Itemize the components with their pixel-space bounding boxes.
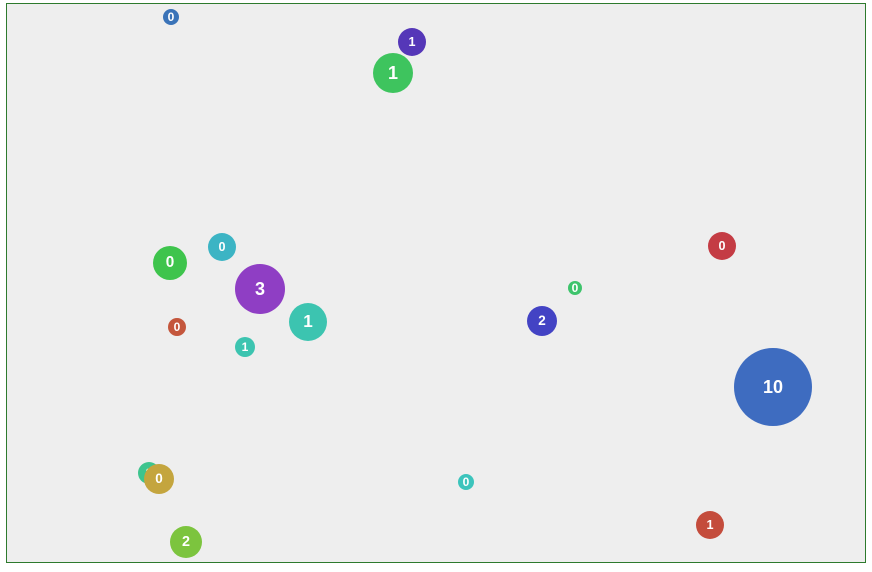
- player-cell-6: 3: [235, 264, 285, 314]
- score-label: 1: [408, 34, 416, 49]
- score-label: 1: [303, 312, 313, 332]
- player-cell-1: 0: [163, 9, 179, 25]
- player-cell-7: 1: [289, 303, 327, 341]
- score-label: 3: [254, 279, 265, 299]
- player-cell-5: 0: [153, 246, 187, 280]
- score-label: 2: [538, 313, 546, 329]
- score-label: 1: [387, 63, 398, 83]
- player-cell-14: 0: [458, 474, 474, 490]
- score-label: 0: [718, 238, 726, 253]
- score-label: 1: [706, 517, 714, 532]
- score-label: 0: [155, 471, 163, 487]
- player-cell-10: 2: [527, 306, 557, 336]
- player-cell-17: 2: [170, 526, 202, 558]
- player-cell-3: 1: [373, 53, 413, 93]
- score-label: 1: [241, 340, 249, 354]
- player-cell-16: 0: [144, 464, 174, 494]
- score-label: 0: [218, 239, 226, 254]
- player-cell-9: 1: [235, 337, 255, 357]
- score-label: 2: [181, 533, 190, 550]
- score-label: 0: [173, 320, 181, 334]
- player-cell-8: 0: [168, 318, 186, 336]
- game-arena[interactable]: 0 1 1 0 0 3 1 0 1 2 0 0 10 0 2 0 2 1: [6, 3, 866, 563]
- player-cell-13: 10: [734, 348, 812, 426]
- player-cell-2: 1: [398, 28, 426, 56]
- player-cell-4: 0: [208, 233, 236, 261]
- score-label: 10: [762, 377, 784, 397]
- player-cell-11: 0: [568, 281, 582, 295]
- player-cell-18: 1: [696, 511, 724, 539]
- score-label: 0: [165, 254, 175, 272]
- player-cell-12: 0: [708, 232, 736, 260]
- score-label: 0: [571, 281, 579, 295]
- score-label: 0: [462, 475, 470, 489]
- score-label: 0: [167, 10, 175, 24]
